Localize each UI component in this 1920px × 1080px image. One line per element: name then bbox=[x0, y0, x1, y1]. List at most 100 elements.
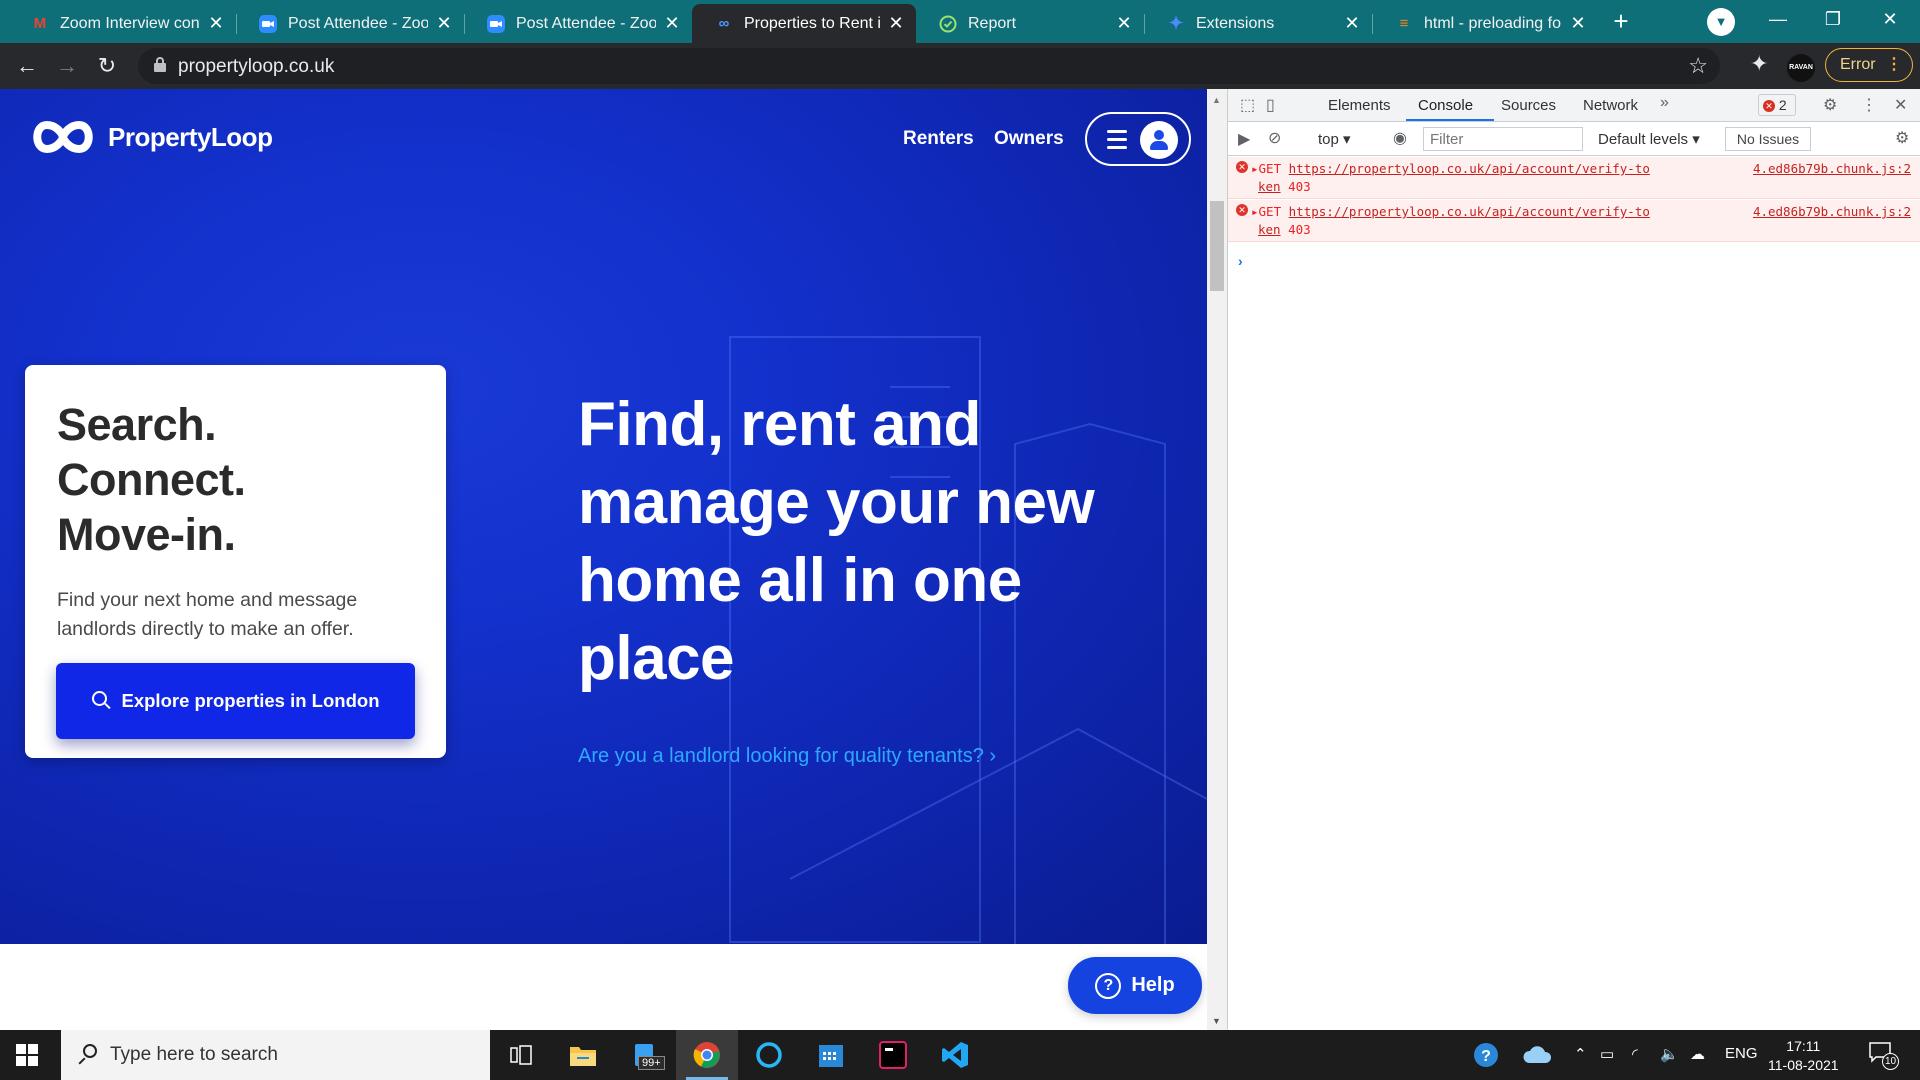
close-devtools-icon[interactable]: ✕ bbox=[1894, 95, 1907, 115]
console-error-message[interactable]: ✕ ▸GET https://propertyloop.co.uk/api/ac… bbox=[1228, 157, 1920, 199]
clear-console-icon[interactable]: ⊘ bbox=[1268, 128, 1281, 148]
close-icon[interactable]: ✕ bbox=[206, 13, 226, 34]
search-card: Search. Connect. Move-in. Find your next… bbox=[25, 365, 446, 758]
tab-zoom-2[interactable]: Post Attendee - Zoom ✕ bbox=[464, 4, 692, 43]
source-link[interactable]: 4.ed86b79b.chunk.js:2 bbox=[1753, 161, 1911, 176]
console-filter-input[interactable] bbox=[1423, 127, 1583, 151]
context-select[interactable]: top ▾ bbox=[1318, 130, 1351, 148]
explore-properties-button[interactable]: Explore properties in London bbox=[56, 663, 415, 739]
close-icon[interactable]: ✕ bbox=[886, 13, 906, 34]
minimize-icon[interactable]: — bbox=[1758, 4, 1798, 34]
language-indicator[interactable]: ENG bbox=[1725, 1045, 1758, 1062]
more-vert-icon[interactable]: ⋮ bbox=[1886, 49, 1902, 81]
landlord-link[interactable]: Are you a landlord looking for quality t… bbox=[578, 745, 996, 768]
help-tray-icon[interactable]: ? bbox=[1473, 1042, 1499, 1072]
notification-center-icon[interactable]: 10 bbox=[1868, 1041, 1899, 1070]
tab-zoom-1[interactable]: Post Attendee - Zoom ✕ bbox=[236, 4, 464, 43]
more-tabs-chevron-icon[interactable]: » bbox=[1660, 94, 1669, 112]
mail-icon[interactable]: 99+ bbox=[614, 1030, 676, 1080]
question-circle-icon: ? bbox=[1095, 972, 1122, 999]
battery-icon[interactable]: ▭ bbox=[1600, 1045, 1614, 1063]
close-icon[interactable]: ✕ bbox=[434, 13, 454, 34]
check-circle-icon bbox=[938, 14, 958, 34]
vscode-icon[interactable] bbox=[924, 1030, 986, 1080]
cortana-icon[interactable] bbox=[738, 1030, 800, 1080]
tab-report[interactable]: Report ✕ bbox=[916, 4, 1144, 43]
site-header: PropertyLoop Renters Owners bbox=[0, 89, 1207, 189]
scroll-thumb[interactable] bbox=[1210, 201, 1224, 291]
volume-icon[interactable]: 🔈 bbox=[1660, 1045, 1679, 1063]
back-icon[interactable]: ← bbox=[12, 51, 42, 81]
scroll-up-icon[interactable]: ▲ bbox=[1212, 95, 1221, 105]
console-error-message[interactable]: ✕ ▸GET https://propertyloop.co.uk/api/ac… bbox=[1228, 200, 1920, 242]
calendar-icon[interactable] bbox=[800, 1030, 862, 1080]
status-code: 403 bbox=[1288, 179, 1311, 194]
request-url[interactable]: https://propertyloop.co.uk/api/account/v… bbox=[1289, 161, 1650, 176]
console-settings-gear-icon[interactable]: ⚙ bbox=[1895, 128, 1909, 148]
log-levels-select[interactable]: Default levels ▾ bbox=[1598, 130, 1700, 148]
terminal-icon[interactable] bbox=[862, 1030, 924, 1080]
tab-network[interactable]: Network bbox=[1583, 97, 1638, 114]
nav-owners-link[interactable]: Owners bbox=[994, 128, 1064, 150]
forward-icon[interactable]: → bbox=[52, 51, 82, 81]
device-toolbar-icon[interactable]: ▯ bbox=[1266, 95, 1275, 115]
nav-renters-link[interactable]: Renters bbox=[903, 128, 974, 150]
issues-button[interactable]: No Issues bbox=[1725, 127, 1811, 151]
tab-elements[interactable]: Elements bbox=[1328, 97, 1391, 114]
tab-propertyloop[interactable]: ∞ Properties to Rent in London ✕ bbox=[692, 4, 916, 43]
show-hidden-icons-chevron[interactable]: ⌃ bbox=[1574, 1045, 1587, 1063]
tab-stackoverflow[interactable]: ≡ html - preloading font ✕ bbox=[1372, 4, 1598, 43]
task-view-icon[interactable] bbox=[490, 1030, 552, 1080]
bookmark-star-icon[interactable]: ☆ bbox=[1688, 53, 1708, 79]
console-prompt[interactable]: › bbox=[1238, 253, 1243, 269]
onedrive-cloud-icon[interactable] bbox=[1522, 1043, 1552, 1069]
tab-gmail[interactable]: M Zoom Interview confirm ✕ bbox=[8, 4, 236, 43]
close-icon[interactable]: ✕ bbox=[662, 13, 682, 34]
browser-error-chip[interactable]: Error ⋮ bbox=[1825, 48, 1913, 82]
scroll-down-icon[interactable]: ▼ bbox=[1212, 1016, 1221, 1026]
page-scrollbar[interactable]: ▲ ▼ bbox=[1207, 89, 1227, 1030]
address-bar[interactable]: propertyloop.co.uk ☆ bbox=[138, 48, 1720, 84]
close-icon[interactable]: ✕ bbox=[1568, 13, 1588, 34]
hero-heading-line-4: place bbox=[578, 624, 735, 693]
reload-icon[interactable]: ↻ bbox=[92, 51, 122, 81]
lock-icon[interactable] bbox=[154, 57, 166, 73]
error-count-badge[interactable]: ✕ 2 bbox=[1758, 94, 1796, 116]
help-button[interactable]: ? Help bbox=[1068, 957, 1202, 1014]
eye-icon[interactable]: ◉ bbox=[1393, 128, 1407, 148]
tab-extensions[interactable]: ✦ Extensions ✕ bbox=[1144, 4, 1372, 43]
profile-avatar[interactable]: RAVAN bbox=[1787, 54, 1815, 82]
sidebar-toggle-icon[interactable]: ▶ bbox=[1238, 129, 1250, 149]
mail-badge: 99+ bbox=[638, 1056, 665, 1070]
extensions-puzzle-icon[interactable]: ✦ bbox=[1750, 51, 1768, 77]
close-icon[interactable]: ✕ bbox=[1114, 13, 1134, 34]
page-viewport: PropertyLoop Renters Owners Search. Conn… bbox=[0, 89, 1207, 1030]
propertyloop-logo[interactable]: PropertyLoop bbox=[30, 119, 273, 155]
request-url-continued[interactable]: ken bbox=[1258, 179, 1281, 194]
taskbar-search-box[interactable]: Type here to search bbox=[61, 1030, 490, 1080]
tab-console[interactable]: Console bbox=[1418, 97, 1473, 114]
settings-gear-icon[interactable]: ⚙ bbox=[1823, 95, 1837, 115]
weather-cloud-icon[interactable]: ☁ bbox=[1690, 1045, 1705, 1063]
taskbar-search-placeholder: Type here to search bbox=[110, 1044, 278, 1065]
more-vert-icon[interactable]: ⋮ bbox=[1861, 95, 1877, 115]
request-url[interactable]: https://propertyloop.co.uk/api/account/v… bbox=[1289, 204, 1650, 219]
source-link[interactable]: 4.ed86b79b.chunk.js:2 bbox=[1753, 204, 1911, 219]
windows-start-icon[interactable] bbox=[16, 1044, 38, 1066]
url-text[interactable]: propertyloop.co.uk bbox=[178, 56, 334, 78]
hero-section: PropertyLoop Renters Owners Search. Conn… bbox=[0, 89, 1207, 944]
chrome-icon[interactable] bbox=[676, 1030, 738, 1080]
restore-icon[interactable]: ❐ bbox=[1813, 4, 1853, 34]
new-tab-button[interactable]: + bbox=[1606, 8, 1636, 36]
close-icon[interactable]: ✕ bbox=[1342, 13, 1362, 34]
account-menu-button[interactable] bbox=[1085, 112, 1191, 166]
wifi-icon[interactable]: ◜ bbox=[1632, 1045, 1638, 1063]
window-close-icon[interactable]: ✕ bbox=[1870, 4, 1910, 34]
system-clock[interactable]: 17:11 11-08-2021 bbox=[1768, 1037, 1839, 1075]
request-url-continued[interactable]: ken bbox=[1258, 222, 1281, 237]
inspect-element-icon[interactable]: ⬚ bbox=[1240, 95, 1255, 115]
infinity-logo-icon bbox=[33, 120, 93, 154]
file-explorer-icon[interactable] bbox=[552, 1030, 614, 1080]
tab-search-icon[interactable]: ▼ bbox=[1707, 8, 1735, 36]
tab-sources[interactable]: Sources bbox=[1501, 97, 1556, 114]
